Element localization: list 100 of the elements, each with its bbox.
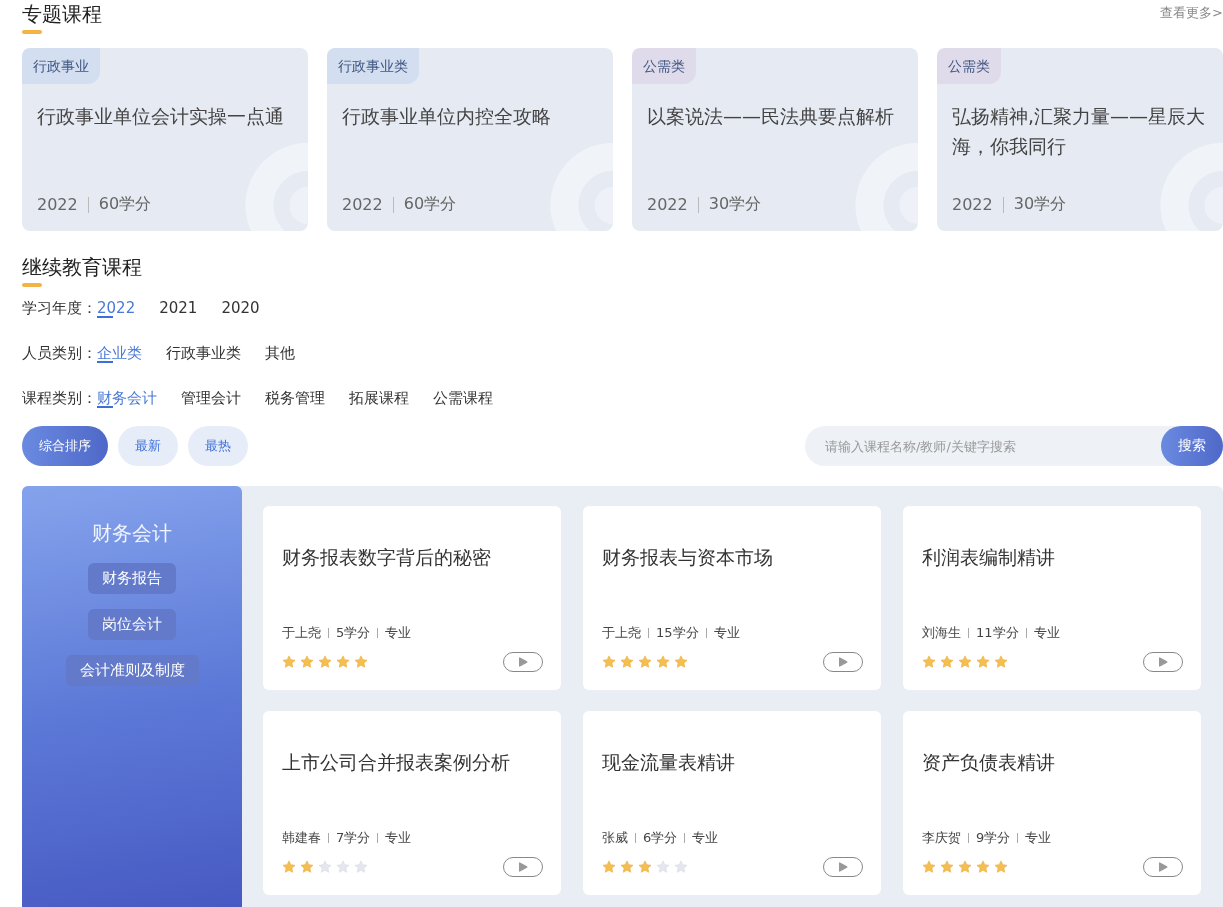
sort-button[interactable]: 最热 xyxy=(188,426,248,466)
course-type: 专业 xyxy=(713,624,740,642)
play-button[interactable] xyxy=(823,857,863,877)
course-title[interactable]: 行政事业单位会计实操一点通 xyxy=(22,101,308,194)
course-credits: 15学分 xyxy=(656,624,699,642)
star-icon xyxy=(674,655,688,669)
filter-option[interactable]: 2022 xyxy=(97,298,136,318)
star-icon xyxy=(282,860,296,874)
subcategory-item[interactable]: 会计准则及制度 xyxy=(65,655,199,686)
star-icon xyxy=(976,860,990,874)
course-credits: 30学分 xyxy=(1013,194,1067,215)
category-tag: 公需类 xyxy=(937,48,1001,84)
course-title[interactable]: 利润表编制精讲 xyxy=(922,544,1183,624)
view-more-link[interactable]: 查看更多> xyxy=(1160,4,1223,22)
star-icon xyxy=(318,655,332,669)
course-year: 2022 xyxy=(342,195,383,214)
title-accent-bar xyxy=(22,30,42,34)
star-icon xyxy=(940,655,954,669)
course-year: 2022 xyxy=(647,195,688,214)
sort-button[interactable]: 综合排序 xyxy=(22,426,108,466)
course-title[interactable]: 上市公司合并报表案例分析 xyxy=(282,749,543,829)
teacher-name: 韩建春 xyxy=(282,829,321,847)
star-icon xyxy=(940,860,954,874)
course-title[interactable]: 财务报表与资本市场 xyxy=(602,544,863,624)
filter-option[interactable]: 公需课程 xyxy=(433,388,493,408)
play-icon xyxy=(838,657,848,667)
star-icon xyxy=(638,860,652,874)
search-button[interactable]: 搜索 xyxy=(1161,426,1223,466)
play-icon xyxy=(838,862,848,872)
teacher-name: 刘海生 xyxy=(922,624,961,642)
category-panel-title: 财务会计 xyxy=(92,520,172,547)
course-credits: 6学分 xyxy=(643,829,678,847)
filter-option[interactable]: 税务管理 xyxy=(265,388,325,408)
star-icon xyxy=(336,860,350,874)
filter-option[interactable]: 其他 xyxy=(265,343,295,363)
star-icon xyxy=(620,860,634,874)
filter-label: 课程类别： xyxy=(22,388,97,408)
course-type: 专业 xyxy=(385,829,412,847)
course-title[interactable]: 以案说法——民法典要点解析 xyxy=(632,101,918,194)
course-credits: 7学分 xyxy=(336,829,371,847)
filter-option[interactable]: 2021 xyxy=(159,298,198,318)
star-icon xyxy=(602,860,616,874)
filter-option[interactable]: 管理会计 xyxy=(181,388,241,408)
filter-option[interactable]: 拓展课程 xyxy=(349,388,409,408)
category-tag: 公需类 xyxy=(632,48,696,84)
filter-option[interactable]: 企业类 xyxy=(97,343,142,363)
play-button[interactable] xyxy=(823,652,863,672)
play-icon xyxy=(518,657,528,667)
star-icon xyxy=(602,655,616,669)
star-icon xyxy=(318,860,332,874)
teacher-name: 李庆贺 xyxy=(922,829,961,847)
course-title[interactable]: 财务报表数字背后的秘密 xyxy=(282,544,543,624)
course-credits: 60学分 xyxy=(403,194,457,215)
star-icon xyxy=(620,655,634,669)
filter-option[interactable]: 行政事业类 xyxy=(166,343,241,363)
star-icon xyxy=(638,655,652,669)
course-type: 专业 xyxy=(1033,624,1060,642)
star-icon xyxy=(994,655,1008,669)
course-type: 专业 xyxy=(385,624,412,642)
star-icon xyxy=(656,860,670,874)
star-icon xyxy=(336,655,350,669)
star-icon xyxy=(300,860,314,874)
play-button[interactable] xyxy=(1143,652,1183,672)
course-title[interactable]: 现金流量表精讲 xyxy=(602,749,863,829)
star-icon xyxy=(994,860,1008,874)
course-title[interactable]: 弘扬精神,汇聚力量——星辰大海，你我同行 xyxy=(937,101,1223,194)
filter-option[interactable]: 财务会计 xyxy=(97,388,157,408)
star-icon xyxy=(354,655,368,669)
star-icon xyxy=(958,655,972,669)
category-tag: 行政事业类 xyxy=(327,48,419,84)
course-credits: 60学分 xyxy=(98,194,152,215)
course-type: 专业 xyxy=(692,829,719,847)
search-input[interactable]: 请输入课程名称/教师/关键字搜索 xyxy=(805,438,1161,454)
play-button[interactable] xyxy=(503,652,543,672)
course-title[interactable]: 资产负债表精讲 xyxy=(922,749,1183,829)
subcategory-item[interactable]: 岗位会计 xyxy=(88,609,176,640)
filter-option[interactable]: 2020 xyxy=(221,298,260,318)
sort-button[interactable]: 最新 xyxy=(118,426,178,466)
subcategory-item[interactable]: 财务报告 xyxy=(88,563,176,594)
play-icon xyxy=(518,862,528,872)
star-icon xyxy=(354,860,368,874)
star-icon xyxy=(656,655,670,669)
play-button[interactable] xyxy=(1143,857,1183,877)
section-title: 继续教育课程 xyxy=(22,254,142,281)
course-credits: 11学分 xyxy=(976,624,1019,642)
course-title[interactable]: 行政事业单位内控全攻略 xyxy=(327,101,613,194)
play-icon xyxy=(1158,657,1168,667)
course-credits: 5学分 xyxy=(336,624,371,642)
section-title: 专题课程 xyxy=(22,1,102,28)
course-type: 专业 xyxy=(1025,829,1052,847)
star-icon xyxy=(300,655,314,669)
course-credits: 9学分 xyxy=(976,829,1011,847)
filter-label: 学习年度： xyxy=(22,298,97,318)
teacher-name: 张威 xyxy=(602,829,628,847)
course-year: 2022 xyxy=(37,195,78,214)
teacher-name: 于上尧 xyxy=(282,624,321,642)
filter-label: 人员类别： xyxy=(22,343,97,363)
play-icon xyxy=(1158,862,1168,872)
play-button[interactable] xyxy=(503,857,543,877)
course-year: 2022 xyxy=(952,195,993,214)
